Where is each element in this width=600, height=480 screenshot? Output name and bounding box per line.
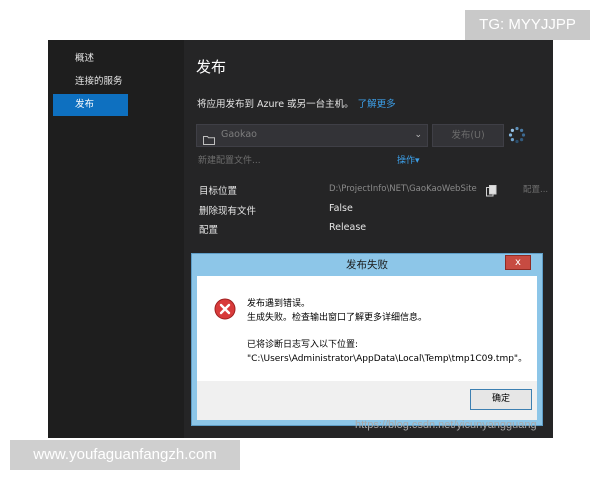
close-button[interactable]: x (505, 255, 531, 270)
watermark-blog-url: https://blog.csdn.net/yicunyangguang (355, 419, 537, 431)
learn-more-link[interactable]: 了解更多 (358, 99, 396, 110)
profile-name: Gaokao (221, 129, 257, 140)
error-icon (214, 298, 236, 324)
error-message-line: 发布遇到错误。 (247, 299, 311, 309)
loading-spinner-icon (508, 126, 526, 148)
publish-button[interactable]: 发布(U) (432, 124, 504, 147)
sidebar-item-connected-services[interactable]: 连接的服务 (53, 71, 150, 93)
dialog-message-area: 发布遇到错误。 生成失败。检查输出窗口了解更多详细信息。 已将诊断日志写入以下位… (197, 276, 537, 381)
publish-failed-dialog: 发布失败 x 发布遇到错误。 生成失败。检查输出窗口了解更多详细信息。 已将诊断… (191, 253, 543, 426)
error-message-line: 已将诊断日志写入以下位置: (247, 340, 359, 350)
copy-icon[interactable] (486, 182, 497, 201)
dialog-footer: 确定 (197, 381, 537, 420)
actions-menu[interactable]: 操作▾ (397, 153, 420, 166)
ok-button[interactable]: 确定 (470, 389, 532, 410)
profile-dropdown[interactable]: Gaokao ⌄ (196, 124, 428, 147)
new-profile-link[interactable]: 新建配置文件... (198, 153, 261, 166)
delete-existing-files-label: 删除现有文件 (199, 206, 257, 217)
sidebar: 概述 连接的服务 发布 (48, 40, 184, 438)
log-path-line: "C:\Users\Administrator\AppData\Local\Te… (247, 354, 528, 364)
watermark-bottom: www.youfaguanfangzh.com (10, 440, 240, 470)
chevron-down-icon: ⌄ (414, 130, 422, 140)
publish-description: 将应用发布到 Azure 或另一台主机。 了解更多 (197, 96, 396, 110)
description-text: 将应用发布到 Azure 或另一台主机。 (197, 99, 354, 110)
configure-link[interactable]: 配置... (523, 183, 548, 195)
delete-existing-files-value: False (329, 203, 353, 214)
configuration-value: Release (329, 222, 367, 233)
sidebar-item-publish[interactable]: 发布 (53, 94, 128, 116)
configuration-label: 配置 (199, 225, 219, 236)
target-location-value: D:\ProjectInfo\NET\GaoKaoWebSite (329, 184, 477, 194)
target-location-label: 目标位置 (199, 186, 238, 197)
page-title: 发布 (196, 58, 227, 76)
error-message-line: 生成失败。检查输出窗口了解更多详细信息。 (247, 313, 428, 323)
dialog-title: 发布失败 (346, 259, 388, 271)
watermark-top: TG: MYYJJPP (465, 10, 590, 40)
folder-icon (203, 130, 215, 149)
sidebar-item-overview[interactable]: 概述 (53, 48, 150, 70)
